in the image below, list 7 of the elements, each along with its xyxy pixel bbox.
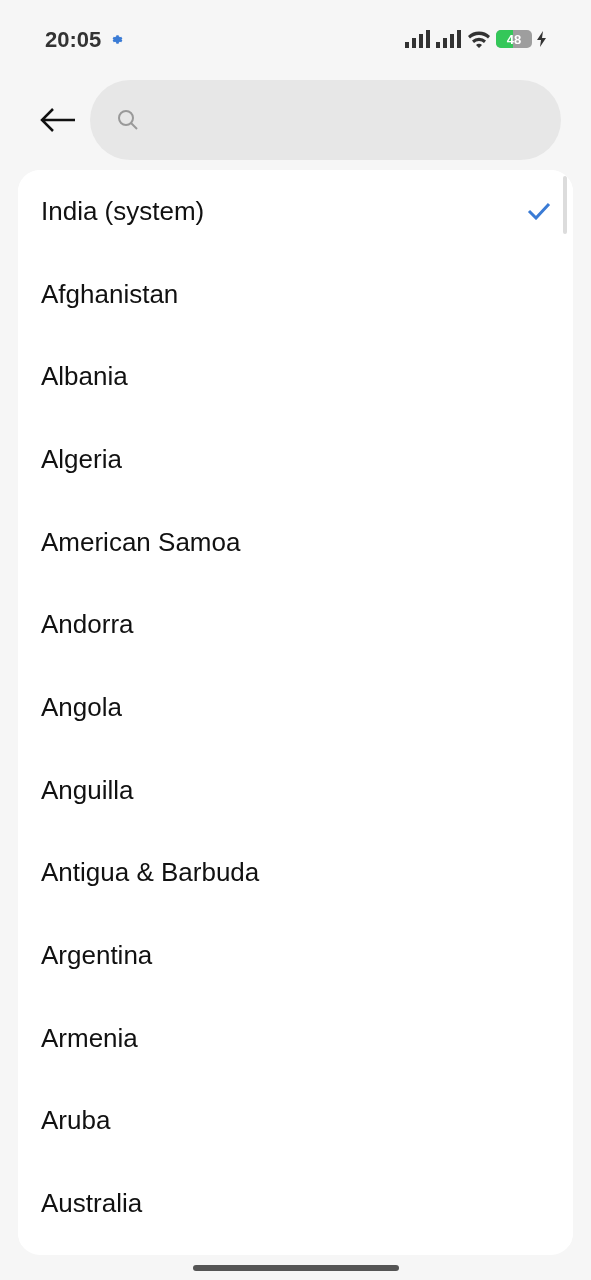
wifi-icon xyxy=(467,30,491,48)
signal-icon xyxy=(405,30,431,48)
search-icon xyxy=(116,108,140,132)
signal-icon xyxy=(436,30,462,48)
back-arrow-icon xyxy=(40,108,76,132)
scrollbar-icon xyxy=(563,176,567,234)
status-time: 20:05 xyxy=(45,25,102,54)
